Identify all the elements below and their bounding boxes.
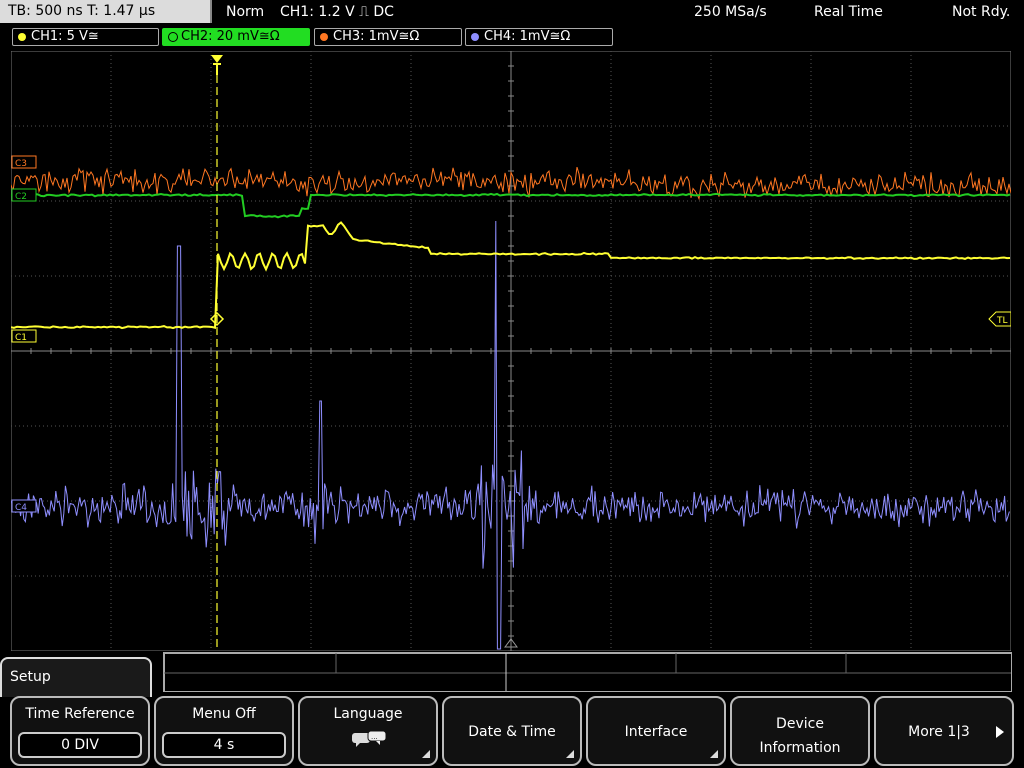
svg-text:C1: C1: [15, 333, 27, 343]
time-reference-label: Time Reference: [25, 706, 135, 722]
submenu-corner-icon: [566, 750, 574, 758]
channel-1-button[interactable]: CH1: 5 V≅: [12, 28, 159, 46]
ch3-offset-marker[interactable]: C3: [11, 155, 37, 169]
menu-off-value: 4 s: [162, 732, 286, 758]
language-softkey[interactable]: Language ...: [298, 696, 438, 766]
language-label: Language: [333, 706, 403, 722]
trigger-mode[interactable]: Norm: [226, 0, 264, 24]
channel-4-button[interactable]: CH4: 1mV≅Ω: [465, 28, 613, 46]
time-reference-value: 0 DIV: [18, 732, 142, 758]
device-information-label: Device Information: [759, 716, 841, 756]
svg-text:TL: TL: [996, 316, 1008, 326]
channel-4-label: CH4: 1mV≅Ω: [484, 29, 571, 44]
channel-3-button[interactable]: CH3: 1mV≅Ω: [314, 28, 462, 46]
menu-title: Setup: [10, 669, 51, 685]
svg-text:C2: C2: [15, 192, 27, 202]
svg-text:C4: C4: [15, 503, 27, 513]
ch3-dot-icon: [320, 33, 328, 41]
channel-bar: CH1: 5 V≅ CH2: 20 mV≅Ω CH3: 1mV≅Ω CH4: 1…: [0, 26, 1024, 48]
waveform-display[interactable]: C3 C2 C1 C4 TL: [11, 51, 1011, 651]
channel-1-label: CH1: 5 V≅: [31, 29, 99, 44]
submenu-corner-icon: [422, 750, 430, 758]
date-time-label: Date & Time: [468, 724, 556, 740]
ch1-dot-icon: [18, 33, 26, 41]
time-reference-softkey[interactable]: Time Reference 0 DIV: [10, 696, 150, 766]
menu-title-tab: Setup: [0, 657, 152, 697]
channel-2-button[interactable]: CH2: 20 mV≅Ω: [162, 28, 310, 46]
channel-2-label: CH2: 20 mV≅Ω: [181, 29, 280, 44]
date-time-softkey[interactable]: Date & Time: [442, 696, 582, 766]
acquisition-mode: Real Time: [814, 4, 883, 20]
channel-3-label: CH3: 1mV≅Ω: [333, 29, 420, 44]
ch4-offset-marker[interactable]: C4: [11, 499, 37, 513]
arrow-right-icon: [996, 726, 1004, 738]
time-ruler: [163, 652, 1012, 692]
trigger-status: Not Rdy.: [952, 4, 1011, 20]
menu-off-label: Menu Off: [192, 706, 256, 722]
status-bar: TB: 500 ns T: 1.47 µs Norm CH1: 1.2 V ⎍ …: [0, 0, 1024, 24]
submenu-corner-icon: [710, 750, 718, 758]
svg-text:...: ...: [371, 733, 378, 741]
ch1-offset-marker[interactable]: C1: [11, 329, 37, 343]
device-information-softkey[interactable]: Device Information: [730, 696, 870, 766]
menu-off-softkey[interactable]: Menu Off 4 s: [154, 696, 294, 766]
interface-softkey[interactable]: Interface: [586, 696, 726, 766]
interface-label: Interface: [624, 724, 688, 740]
ch2-offset-marker[interactable]: C2: [11, 188, 37, 202]
timebase-readout[interactable]: TB: 500 ns T: 1.47 µs: [0, 0, 212, 23]
more-label: More 1|3: [908, 724, 970, 740]
svg-text:C3: C3: [15, 159, 27, 169]
ch2-dot-icon: [168, 32, 178, 42]
ch4-dot-icon: [471, 33, 479, 41]
more-softkey[interactable]: More 1|3: [874, 696, 1014, 766]
speech-bubbles-icon: ...: [352, 730, 387, 747]
trigger-info[interactable]: CH1: 1.2 V ⎍ DC: [280, 0, 394, 24]
sample-rate: 250 MSa/s: [694, 4, 767, 20]
